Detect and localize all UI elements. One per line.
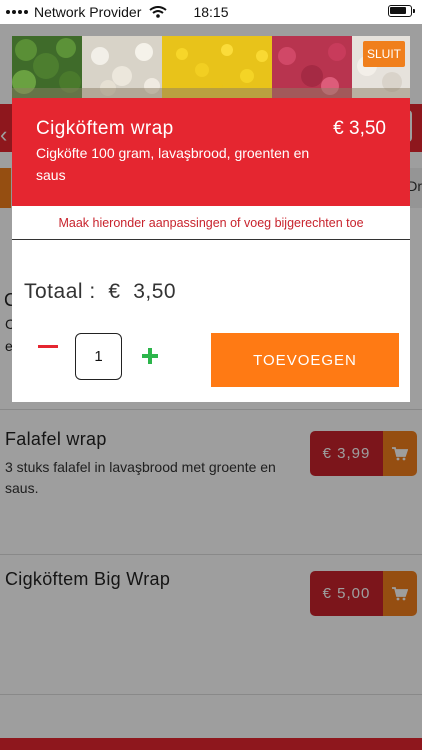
product-name: Cigköftem wrap	[36, 118, 174, 139]
product-description: Cigköfte 100 gram, lavaşbrood, groenten …	[36, 145, 310, 183]
battery-icon	[388, 5, 415, 17]
product-image: SLUIT	[12, 36, 410, 98]
customize-hint: Maak hieronder aanpassingen of voeg bijg…	[12, 206, 410, 240]
status-bar: Network Provider 18:15	[0, 0, 422, 24]
total-price: Totaal : € 3,50	[24, 280, 177, 303]
product-header: Cigköftem wrap € 3,50 Cigköfte 100 gram,…	[12, 98, 410, 206]
increase-quantity-button[interactable]	[142, 348, 158, 364]
product-modal: SLUIT Cigköftem wrap € 3,50 Cigköfte 100…	[12, 36, 410, 402]
add-to-order-button[interactable]: TOEVOEGEN	[211, 333, 399, 387]
product-price: € 3,50	[333, 118, 386, 139]
status-time: 18:15	[193, 4, 229, 20]
quantity-field[interactable]: 1	[75, 333, 122, 380]
decrease-quantity-button[interactable]	[38, 345, 58, 348]
close-button[interactable]: SLUIT	[363, 41, 405, 67]
